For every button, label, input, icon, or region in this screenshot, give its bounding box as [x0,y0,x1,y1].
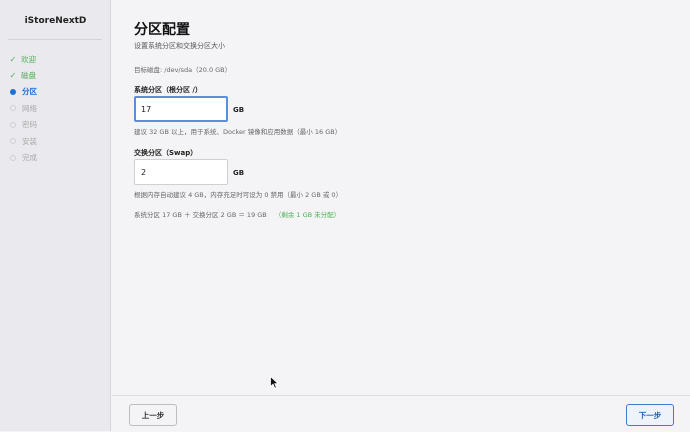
partition-summary: 系统分区 17 GB ＋ 交换分区 2 GB ＝ 19 GB （剩余 1 GB … [134,209,340,219]
swap-partition-unit: GB [233,169,245,177]
mouse-pointer-icon [270,376,279,389]
step-install: 安装 [9,133,37,149]
step-network: 网络 [9,100,37,116]
pending-step-circle-icon [10,154,16,161]
app-brand: iStoreNextD [24,16,87,26]
check-icon: ✓ [9,54,17,64]
system-partition-hint: 建议 32 GB 以上，用于系统、Docker 镜像和应用数据（最小 16 GB… [134,128,342,136]
sidebar: iStoreNextD ✓ 欢迎 ✓ 磁盘 分区 网络 密码 安装 完成 [0,0,111,431]
summary-remaining: （剩余 1 GB 未分配） [274,211,341,219]
next-step-button[interactable]: 下一步 [626,404,674,426]
step-label: 完成 [22,153,37,163]
step-disk: ✓ 磁盘 [9,67,37,83]
pending-step-circle-icon [10,138,16,145]
step-finish: 完成 [9,149,37,165]
pending-step-circle-icon [10,121,16,128]
swap-partition-size-input[interactable] [134,159,228,185]
step-label: 安装 [22,136,37,146]
current-step-dot-icon [10,88,16,95]
step-password: 密码 [9,117,37,133]
summary-total: 系统分区 17 GB ＋ 交换分区 2 GB ＝ 19 GB [134,211,267,219]
step-label: 磁盘 [21,71,36,81]
step-label: 密码 [22,120,37,130]
swap-partition-label: 交换分区（Swap） [134,149,198,157]
previous-step-button[interactable]: 上一步 [129,404,177,426]
page-subtitle: 设置系统分区和交换分区大小 [134,42,225,50]
step-label: 网络 [22,103,37,113]
system-partition-label: 系统分区（根分区 /） [134,86,202,94]
system-partition-size-input[interactable] [134,96,228,122]
step-welcome: ✓ 欢迎 [9,51,37,67]
system-partition-unit: GB [233,106,245,114]
step-partition: 分区 [9,84,37,100]
step-label: 欢迎 [21,54,36,64]
check-icon: ✓ [9,71,17,81]
swap-partition-hint: 根据内存自动建议 4 GB，内存充足时可设为 0 禁用（最小 2 GB 或 0） [134,191,343,199]
step-list: ✓ 欢迎 ✓ 磁盘 分区 网络 密码 安装 完成 [9,51,37,166]
sidebar-divider [8,39,102,40]
step-label: 分区 [22,87,37,97]
page-title: 分区配置 [134,22,190,38]
footer-bar: 上一步 下一步 [112,395,690,432]
pending-step-circle-icon [10,105,16,112]
target-disk-info: 目标磁盘: /dev/sda（20.0 GB） [134,66,232,74]
